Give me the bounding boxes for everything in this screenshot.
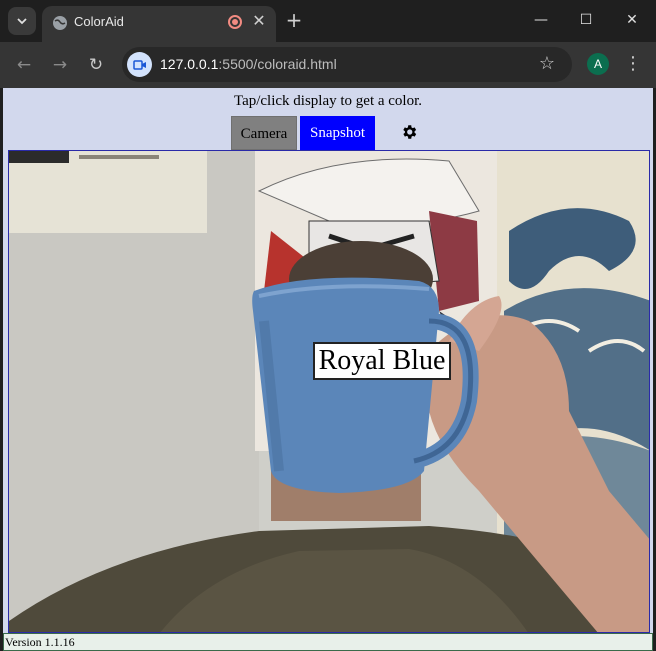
snapshot-button[interactable]: Snapshot: [300, 116, 375, 150]
detected-color-label: Royal Blue: [313, 342, 451, 380]
camera-display[interactable]: Royal Blue: [8, 150, 650, 633]
camera-in-use-icon[interactable]: [127, 52, 152, 77]
title-bar: ColorAid ✕ + — ☐ ✕: [0, 0, 656, 42]
coloraid-page: Tap/click display to get a color. Camera…: [3, 88, 653, 651]
new-tab-icon[interactable]: +: [284, 10, 304, 30]
minimize-icon[interactable]: —: [533, 12, 549, 28]
address-bar[interactable]: 127.0.0.1:5500/coloraid.html ☆: [122, 47, 572, 82]
instruction-text: Tap/click display to get a color.: [233, 93, 423, 109]
gear-icon[interactable]: [400, 123, 418, 141]
profile-avatar[interactable]: A: [587, 53, 609, 75]
version-text: Version 1.1.16: [3, 633, 653, 651]
close-tab-icon[interactable]: ✕: [250, 12, 268, 30]
url-text: 127.0.0.1:5500/coloraid.html: [160, 56, 337, 72]
menu-kebab-icon[interactable]: ⋮: [624, 53, 642, 75]
recording-indicator-icon: [228, 15, 242, 29]
bookmark-star-icon[interactable]: ☆: [536, 53, 558, 75]
camera-feed-image: [9, 151, 649, 632]
browser-tab[interactable]: ColorAid ✕: [42, 6, 276, 42]
reload-icon[interactable]: ↻: [85, 54, 107, 76]
maximize-icon[interactable]: ☐: [578, 12, 594, 28]
tab-title: ColorAid: [74, 14, 124, 29]
browser-toolbar: ← → ↻ 127.0.0.1:5500/coloraid.html ☆ A ⋮: [0, 42, 656, 88]
forward-icon[interactable]: →: [49, 54, 71, 76]
camera-button[interactable]: Camera: [231, 116, 297, 150]
tab-search-button[interactable]: [8, 7, 36, 35]
close-window-icon[interactable]: ✕: [624, 12, 640, 28]
globe-icon: [53, 16, 67, 30]
back-icon[interactable]: ←: [13, 54, 35, 76]
chevron-down-icon: [17, 18, 27, 25]
